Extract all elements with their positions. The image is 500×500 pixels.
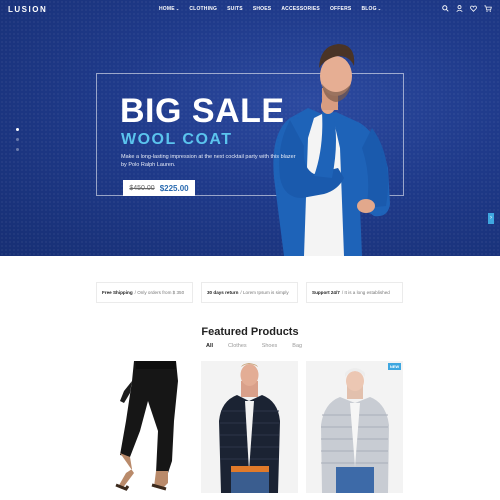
- product-filter-tabs: All Clothes Shoes Bag: [206, 343, 302, 349]
- product-card[interactable]: [96, 361, 193, 493]
- feature-text: / Lorem Ipsum is simply: [240, 290, 289, 295]
- menu-item-suits[interactable]: SUITS: [227, 6, 243, 12]
- filter-tab-clothes[interactable]: Clothes: [228, 343, 247, 349]
- menu-item-accessories[interactable]: ACCESSORIES: [281, 6, 320, 12]
- heart-icon[interactable]: [470, 5, 477, 12]
- menu-item-label: BLOG: [361, 6, 377, 12]
- chevron-down-icon: ⌄: [175, 6, 180, 11]
- product-card[interactable]: NEW: [306, 361, 403, 493]
- feature-support: Support 24/7 / It is a long established: [306, 282, 403, 303]
- main-menu: HOME⌄ CLOTHING SUITS SHOES ACCESSORIES O…: [159, 6, 381, 12]
- brand-logo[interactable]: LUSION: [8, 5, 47, 14]
- slider-next-arrow[interactable]: ›: [488, 213, 494, 224]
- slider-dot[interactable]: [16, 128, 19, 131]
- menu-item-blog[interactable]: BLOG⌄: [361, 6, 381, 12]
- hero-description: Make a long-lasting impression at the ne…: [121, 154, 296, 168]
- feature-title: Support 24/7: [312, 290, 340, 295]
- hero-price-button[interactable]: $450.00 $225.00: [123, 180, 195, 196]
- featured-products-title: Featured Products: [201, 326, 299, 338]
- cart-icon[interactable]: [484, 5, 492, 12]
- filter-tab-shoes[interactable]: Shoes: [262, 343, 278, 349]
- product-image: [321, 368, 389, 493]
- product-image: [219, 363, 280, 493]
- feature-returns: 30 days return / Lorem Ipsum is simply: [201, 282, 298, 303]
- filter-tab-all[interactable]: All: [206, 343, 213, 349]
- old-price: $450.00: [129, 184, 155, 192]
- product-card[interactable]: [201, 361, 298, 493]
- feature-text: / It is a long established: [341, 290, 390, 295]
- filter-tab-bag[interactable]: Bag: [292, 343, 302, 349]
- menu-item-label: HOME: [159, 6, 175, 12]
- hero-model-image: [273, 44, 390, 256]
- hero-title: BIG SALE: [120, 92, 285, 130]
- hero-subtitle: WOOL COAT: [121, 131, 233, 148]
- slider-dot[interactable]: [16, 138, 19, 141]
- chevron-down-icon: ⌄: [377, 6, 382, 11]
- user-icon[interactable]: [456, 5, 463, 12]
- slider-dot[interactable]: [16, 148, 19, 151]
- menu-item-shoes[interactable]: SHOES: [253, 6, 272, 12]
- feature-title: 30 days return: [207, 290, 239, 295]
- menu-item-home[interactable]: HOME⌄: [159, 6, 179, 12]
- nav-icons: [442, 5, 492, 12]
- new-price: $225.00: [159, 183, 189, 193]
- feature-title: Free Shipping: [102, 290, 133, 295]
- menu-item-offers[interactable]: OFFERS: [330, 6, 351, 12]
- product-image: [115, 361, 178, 491]
- top-navigation: LUSION HOME⌄ CLOTHING SUITS SHOES ACCESS…: [0, 0, 500, 20]
- hero-banner: BIG SALE WOOL COAT Make a long-lasting i…: [0, 0, 500, 256]
- search-icon[interactable]: [442, 5, 449, 12]
- menu-item-clothing[interactable]: CLOTHING: [189, 6, 217, 12]
- feature-free-shipping: Free Shipping / Only orders from $ 350: [96, 282, 193, 303]
- slider-dots: [16, 128, 19, 151]
- feature-text: / Only orders from $ 350: [134, 290, 185, 295]
